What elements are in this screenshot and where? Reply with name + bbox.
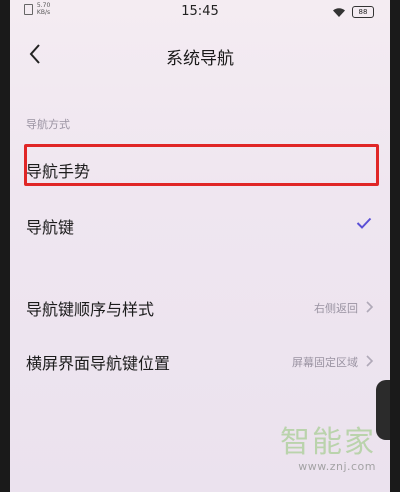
wifi-icon (332, 7, 346, 18)
status-bar: 5.70 KB/s 15:45 88 (10, 0, 390, 26)
row-label: 横屏界面导航键位置 (26, 354, 171, 373)
row-key-order-style[interactable]: 导航键顺序与样式 右侧返回 (10, 286, 390, 326)
row-navigation-keys[interactable]: 导航键 (10, 204, 390, 244)
check-icon (356, 214, 372, 233)
highlight-annotation (24, 144, 379, 186)
status-right-icons: 88 (332, 6, 374, 18)
row-label: 导航键顺序与样式 (26, 300, 155, 319)
phone-frame: 5.70 KB/s 15:45 88 系统导航 导航方式 导航手势 导航键 导航… (0, 0, 400, 492)
row-value: 右侧返回 (314, 302, 358, 315)
watermark-logo: 智能家 (280, 425, 376, 460)
row-label: 导航键 (26, 218, 75, 237)
battery-icon: 88 (352, 6, 374, 18)
watermark-url: www.znj.com (298, 460, 376, 473)
section-label: 导航方式 (26, 118, 70, 131)
chevron-right-icon (366, 355, 374, 367)
header: 系统导航 (10, 36, 390, 72)
row-value: 屏幕固定区域 (292, 356, 358, 369)
settings-screen: 5.70 KB/s 15:45 88 系统导航 导航方式 导航手势 导航键 导航… (10, 0, 390, 492)
page-title: 系统导航 (166, 49, 234, 69)
row-landscape-key-position[interactable]: 横屏界面导航键位置 屏幕固定区域 (10, 342, 390, 382)
chevron-right-icon (366, 301, 374, 313)
screen-edge-shadow (376, 380, 390, 440)
watermark: 智能家 www.znj.com (280, 425, 376, 474)
